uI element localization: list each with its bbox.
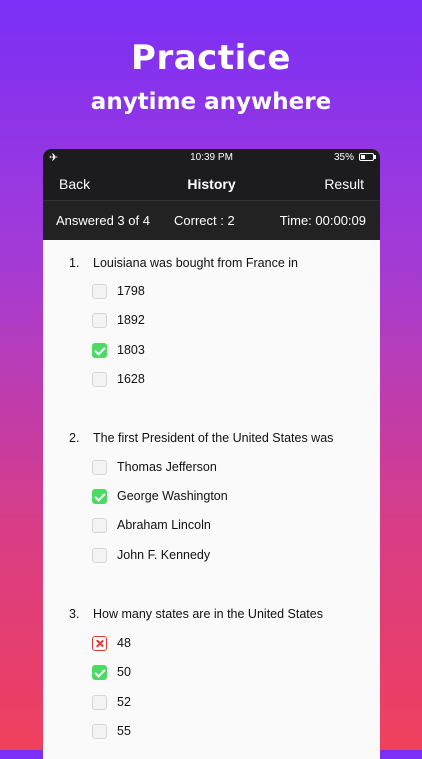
battery-icon	[359, 153, 374, 161]
checkbox-icon[interactable]	[92, 284, 107, 299]
question-text: The first President of the United States…	[93, 431, 334, 445]
option-label: 1798	[117, 284, 145, 298]
option-label: Abraham Lincoln	[117, 518, 211, 532]
answered-count: Answered 3 of 4	[56, 213, 150, 228]
option-label: 52	[117, 695, 131, 709]
checkbox-icon[interactable]	[92, 518, 107, 533]
phone-screen: ✈ 10:39 PM 35% Back History Result Answe…	[43, 149, 380, 759]
checkmark-icon[interactable]	[92, 343, 107, 358]
option-label: Thomas Jefferson	[117, 460, 217, 474]
question-text: Louisiana was bought from France in	[93, 256, 298, 270]
status-time: 10:39 PM	[190, 152, 233, 163]
promo-subtitle: anytime anywhere	[90, 89, 332, 115]
option-label: 55	[117, 724, 131, 738]
option-label: 50	[117, 665, 131, 679]
battery-percent: 35%	[333, 152, 354, 163]
option-label: John F. Kennedy	[117, 548, 211, 562]
status-bar: ✈ 10:39 PM 35%	[43, 149, 380, 166]
wrong-x-icon[interactable]	[92, 636, 107, 651]
checkmark-icon[interactable]	[92, 665, 107, 680]
promo-title: Practice	[131, 38, 291, 78]
battery-tip	[374, 155, 376, 159]
option-label: 1628	[117, 372, 145, 386]
question-text: How many states are in the United States	[93, 607, 323, 621]
correct-count: Correct : 2	[174, 213, 235, 228]
question-1: 1. Louisiana was bought from France in	[69, 256, 298, 270]
checkbox-icon[interactable]	[92, 724, 107, 739]
checkbox-icon[interactable]	[92, 695, 107, 710]
quiz-info-bar: Answered 3 of 4 Correct : 2 Time: 00:00:…	[43, 200, 380, 241]
question-number: 1.	[69, 256, 80, 270]
question-list: 1. Louisiana was bought from France in 17…	[43, 240, 380, 759]
nav-bar: Back History Result	[43, 166, 380, 200]
question-3: 3. How many states are in the United Stat…	[69, 607, 323, 621]
question-number: 3.	[69, 607, 80, 621]
elapsed-time: Time: 00:00:09	[279, 213, 366, 228]
checkmark-icon[interactable]	[92, 489, 107, 504]
question-2: 2. The first President of the United Stat…	[69, 431, 333, 445]
checkbox-icon[interactable]	[92, 548, 107, 563]
option-label: 1892	[117, 313, 145, 327]
option-label: 1803	[117, 343, 145, 357]
option-label: 48	[117, 636, 131, 650]
checkbox-icon[interactable]	[92, 372, 107, 387]
result-button[interactable]: Result	[324, 176, 364, 192]
option-label: George Washington	[117, 489, 228, 503]
checkbox-icon[interactable]	[92, 460, 107, 475]
question-number: 2.	[69, 431, 80, 445]
checkbox-icon[interactable]	[92, 313, 107, 328]
